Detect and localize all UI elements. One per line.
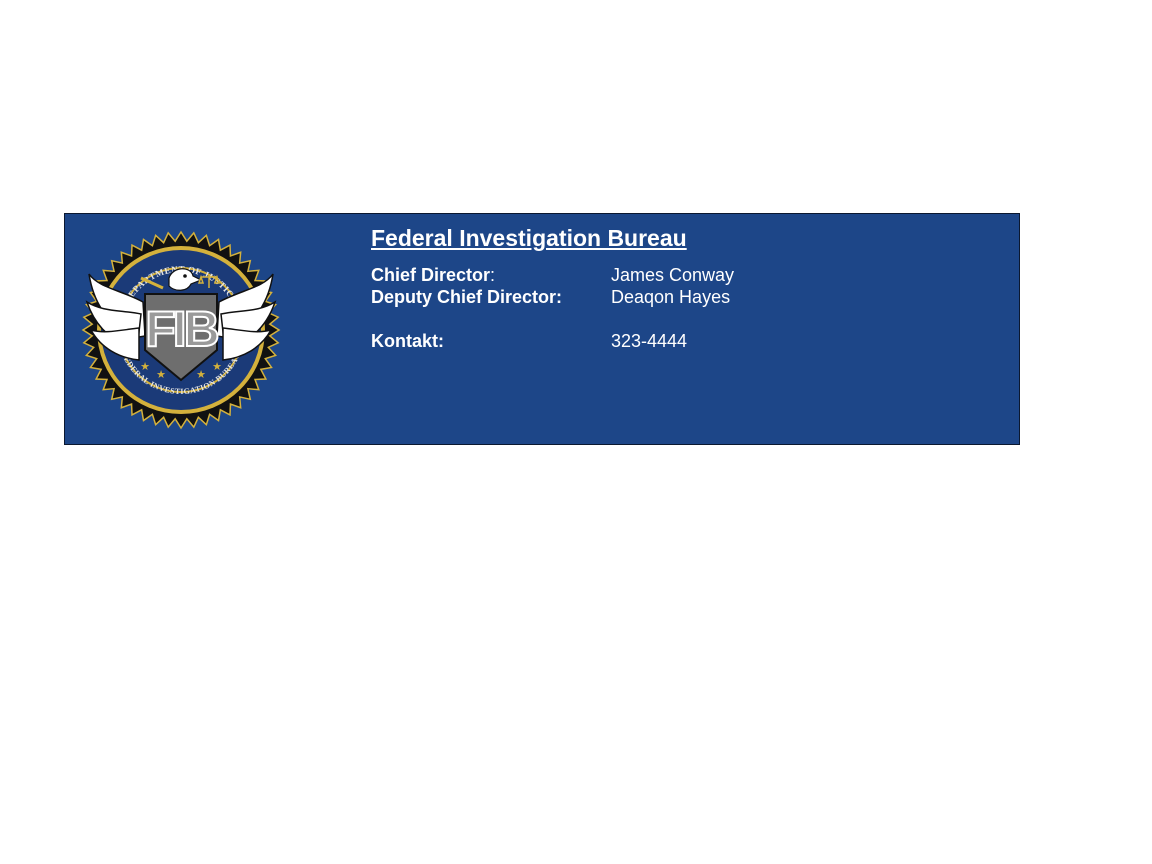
chief-director-label: Chief Director: — [371, 265, 496, 285]
contact-info: Federal Investigation Bureau Chief Direc… — [371, 224, 734, 352]
seal-center-text: FIB — [145, 301, 217, 357]
page: DEPARTMENT OF JUSTICE FEDERAL INVESTIGAT… — [0, 0, 1152, 864]
deputy-chief-director-value: Deaqon Hayes — [611, 287, 731, 307]
chief-director-row: Chief Director: James Conway — [371, 264, 734, 286]
deputy-chief-director-row: Deputy Chief Director: Deaqon Hayes — [371, 286, 734, 308]
contact-label: Kontakt: — [371, 331, 444, 351]
svg-text:★: ★ — [156, 368, 166, 381]
fib-seal-icon: DEPARTMENT OF JUSTICE FEDERAL INVESTIGAT… — [81, 230, 281, 430]
header-banner: DEPARTMENT OF JUSTICE FEDERAL INVESTIGAT… — [64, 213, 1020, 445]
svg-text:★: ★ — [212, 360, 222, 373]
contact-row: Kontakt: 323-4444 — [371, 330, 734, 352]
svg-text:★: ★ — [140, 360, 150, 373]
page-title: Federal Investigation Bureau — [371, 225, 687, 251]
svg-text:★: ★ — [196, 368, 206, 381]
deputy-chief-director-label: Deputy Chief Director: — [371, 287, 563, 307]
contact-value: 323-4444 — [611, 331, 688, 351]
chief-director-value: James Conway — [611, 265, 735, 285]
